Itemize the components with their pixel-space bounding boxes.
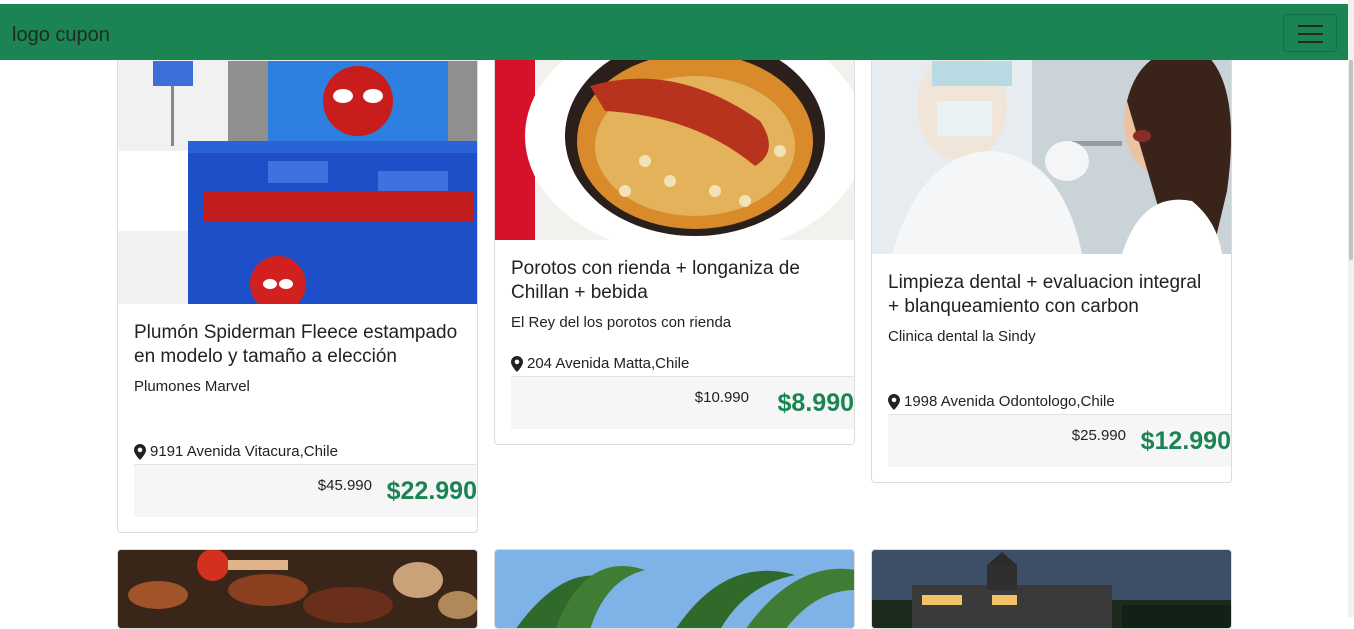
map-marker-icon <box>888 394 900 410</box>
porotos-dish-photo <box>495 41 854 240</box>
porotos-dish-image <box>495 41 854 240</box>
dentist-photo <box>872 41 1231 254</box>
price-box: $10.990 $8.990 <box>511 376 854 429</box>
palm-trees-photo <box>495 550 854 628</box>
navbar: logo cupon <box>0 4 1348 60</box>
deal-card[interactable] <box>871 549 1232 629</box>
deal-location: 1998 Avenida Odontologo,Chile <box>888 392 1215 412</box>
hamburger-icon <box>1298 25 1323 27</box>
deal-card[interactable] <box>494 549 855 629</box>
merchant-name: El Rey del los porotos con rienda <box>511 314 732 331</box>
brand-logo[interactable]: logo cupon <box>12 23 110 47</box>
deal-title[interactable]: Limpieza dental + evaluacion integral + … <box>888 271 1215 319</box>
deal-card[interactable]: Limpieza dental + evaluacion integral + … <box>871 40 1232 483</box>
menu-toggle-button[interactable] <box>1283 14 1337 52</box>
deal-card[interactable] <box>117 549 478 629</box>
location-text: 1998 Avenida Odontologo,Chile <box>904 393 1115 410</box>
old-price: $25.990 <box>1071 427 1126 444</box>
old-price: $45.990 <box>317 477 372 494</box>
deal-card[interactable]: Plumón Spiderman Fleece estampado en mod… <box>117 40 478 533</box>
evening-building-photo <box>872 550 1231 628</box>
bbq-grill-image <box>118 550 477 628</box>
deal-title[interactable]: Porotos con rienda + longaniza de Chilla… <box>511 257 838 305</box>
bbq-grill-photo <box>118 550 477 628</box>
location-text: 204 Avenida Matta,Chile <box>527 355 690 372</box>
page-scrollbar[interactable] <box>1348 0 1354 617</box>
palm-trees-image <box>495 550 854 628</box>
deal-card[interactable]: Porotos con rienda + longaniza de Chilla… <box>494 40 855 445</box>
location-text: 9191 Avenida Vitacura,Chile <box>150 443 338 460</box>
hamburger-icon-bar <box>1298 41 1323 43</box>
deal-location: 204 Avenida Matta,Chile <box>511 354 838 374</box>
price-box: $25.990 $12.990 <box>888 414 1231 467</box>
hamburger-icon-bar <box>1298 33 1323 35</box>
evening-building-image <box>872 550 1231 628</box>
map-marker-icon <box>511 356 523 372</box>
new-price: $22.990 <box>386 477 477 505</box>
map-marker-icon <box>134 444 146 460</box>
deal-location: 9191 Avenida Vitacura,Chile <box>134 442 461 462</box>
old-price: $10.990 <box>694 389 749 406</box>
deal-title[interactable]: Plumón Spiderman Fleece estampado en mod… <box>134 321 461 369</box>
dentist-image <box>872 41 1231 254</box>
new-price: $8.990 <box>777 389 854 417</box>
spiderman-bedding-photo <box>118 41 477 304</box>
price-box: $45.990 $22.990 <box>134 464 477 517</box>
scrollbar-thumb[interactable] <box>1349 60 1353 260</box>
spiderman-bedding-image <box>118 41 477 304</box>
merchant-name: Clinica dental la Sindy <box>888 328 1036 345</box>
merchant-name: Plumones Marvel <box>134 378 250 395</box>
new-price: $12.990 <box>1140 427 1231 455</box>
